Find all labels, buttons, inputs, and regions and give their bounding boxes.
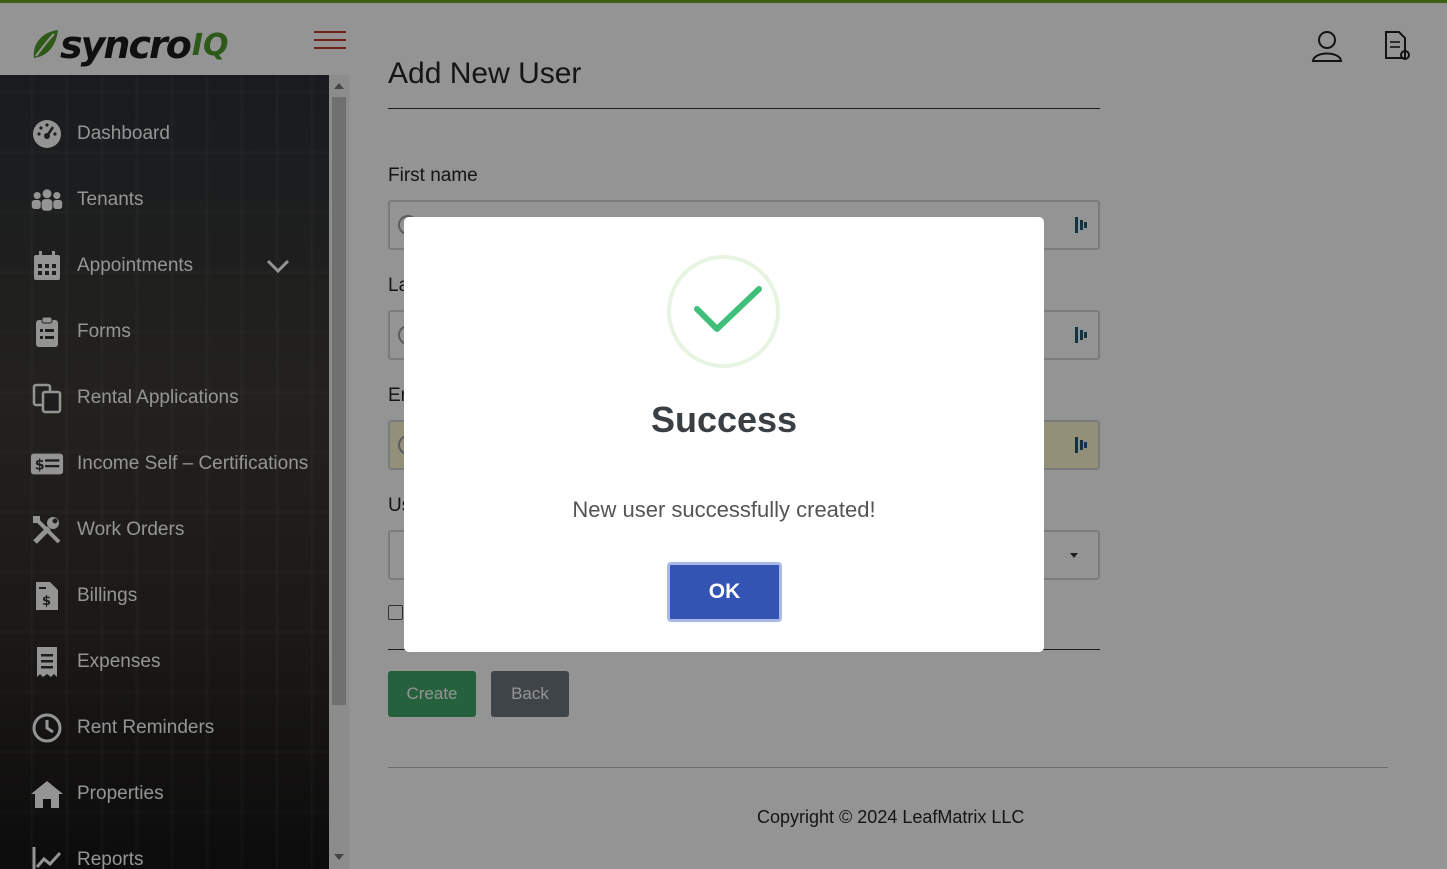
dialog-message: New user successfully created!	[572, 497, 876, 522]
dialog-title: Success	[650, 399, 798, 440]
ok-button[interactable]: OK	[665, 560, 784, 624]
success-check-icon	[667, 255, 780, 368]
success-dialog: Success New user successfully created! O…	[404, 217, 1044, 652]
